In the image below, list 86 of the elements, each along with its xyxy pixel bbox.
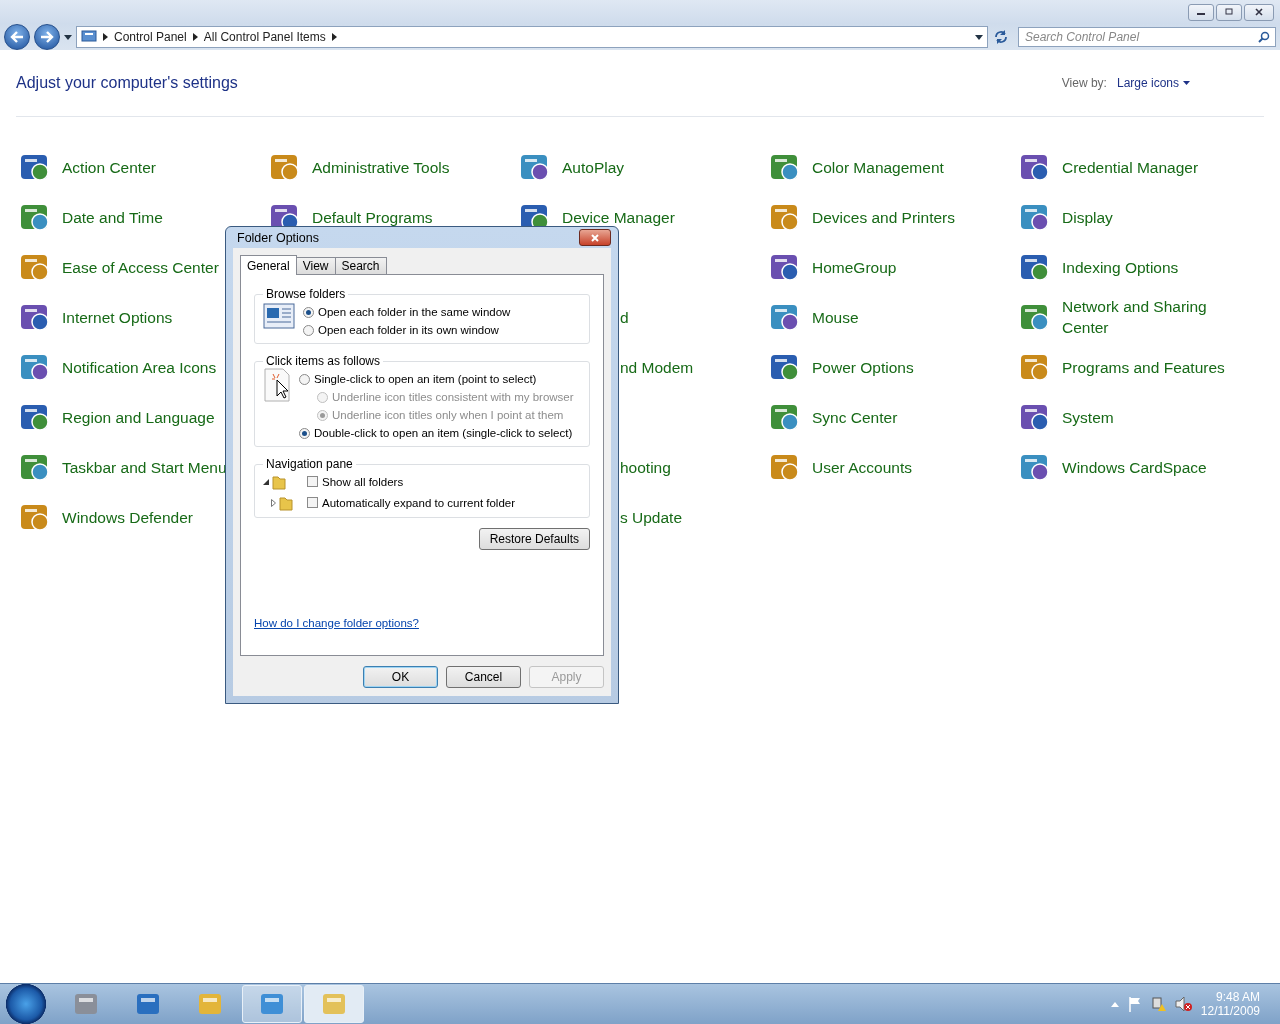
search-icon[interactable] [1258, 31, 1270, 43]
tab[interactable]: View [295, 257, 336, 275]
option-label: Open each folder in its own window [318, 324, 499, 336]
dialog-button[interactable]: Cancel [446, 666, 521, 688]
option-label: Show all folders [322, 475, 404, 488]
tab[interactable]: General [240, 255, 297, 275]
chevron-icon [331, 33, 337, 41]
option-label: Double-click to open an item (single-click to select) [314, 427, 573, 439]
applet-link[interactable]: Administrative Tools [312, 156, 497, 178]
applet-link[interactable]: System [1062, 406, 1247, 428]
expand-icon[interactable] [271, 498, 276, 507]
applet-link[interactable]: Power Options [812, 356, 997, 378]
applet-link[interactable]: Windows CardSpace [1062, 456, 1247, 478]
dialog-title: Folder Options [237, 230, 319, 245]
applet-link[interactable]: Action Center [62, 156, 247, 178]
restore-icon [1224, 8, 1234, 16]
group-title: Navigation pane [265, 457, 354, 471]
dropdown-icon[interactable] [64, 34, 72, 40]
applet-link[interactable]: hooting [620, 456, 768, 478]
applet-link[interactable]: AutoPlay [562, 156, 747, 178]
chevron-icon [192, 33, 198, 41]
group-title: Browse folders [265, 287, 347, 301]
speaker-muted-icon[interactable] [1174, 996, 1193, 1012]
applet-link[interactable]: Sync Center [812, 406, 997, 428]
refresh-icon[interactable] [992, 28, 1010, 46]
applet-link[interactable]: Credential Manager [1062, 156, 1247, 178]
back-arrow-icon [10, 31, 24, 43]
close-icon [590, 233, 600, 242]
radio-button[interactable] [303, 306, 314, 318]
page-title: Adjust your computer's settings [16, 74, 238, 92]
view-by-label: View by: [1061, 76, 1107, 90]
dropdown-icon[interactable] [975, 34, 983, 40]
radio-button[interactable] [299, 427, 310, 439]
option-label: Open each folder in the same window [318, 306, 511, 318]
checkbox[interactable] [307, 497, 318, 508]
applet-link[interactable]: Display [1062, 206, 1247, 228]
network-warning-icon[interactable] [1150, 996, 1167, 1012]
applet-link[interactable]: Devices and Printers [812, 206, 997, 228]
control-panel-icon [81, 30, 97, 44]
start-button[interactable] [6, 984, 46, 1024]
breadcrumb[interactable]: Control Panel [114, 30, 187, 44]
applet-link[interactable]: Network and Sharing Center [1062, 296, 1247, 338]
pointer-icon [263, 368, 291, 402]
option-label: Underline icon titles consistent with my browser [332, 391, 574, 403]
applet-link[interactable]: s Update [620, 506, 768, 528]
tab[interactable]: Search [334, 257, 387, 275]
option-label: Underline icon titles only when I point at them [332, 409, 564, 421]
collapse-icon[interactable] [263, 478, 269, 485]
minimize-button[interactable] [1188, 3, 1214, 21]
forward-button[interactable] [34, 24, 60, 50]
applet-link[interactable]: Color Management [812, 156, 997, 178]
help-link[interactable]: How do I change folder options? [254, 617, 419, 629]
option-label: Single-click to open an item (point to select) [314, 373, 537, 385]
forward-arrow-icon [40, 31, 54, 43]
back-button[interactable] [4, 24, 30, 50]
address-bar[interactable]: Control Panel All Control Panel Items [76, 26, 988, 48]
applet-link[interactable]: User Accounts [812, 456, 997, 478]
folder-icon [279, 494, 293, 511]
applet-link[interactable]: Default Programs [312, 206, 497, 228]
chevron-icon [103, 33, 108, 41]
flag-icon[interactable] [1126, 996, 1143, 1012]
checkbox[interactable] [307, 476, 318, 487]
taskbar-button[interactable] [242, 985, 302, 1023]
dialog-button[interactable]: OK [363, 666, 438, 688]
option-label: Automatically expand to current folder [322, 496, 516, 509]
applet-link[interactable]: Mouse [812, 306, 997, 328]
close-icon [1254, 8, 1264, 16]
restore-defaults-button[interactable]: Restore Defaults [478, 528, 590, 550]
radio-button[interactable] [299, 373, 310, 385]
close-button[interactable] [579, 229, 611, 246]
group-title: Click items as follows [265, 354, 382, 368]
applet-link[interactable]: Programs and Features [1062, 356, 1247, 378]
search-field[interactable]: Search Control Panel [1018, 27, 1276, 47]
applet-link[interactable]: nd Modem [620, 356, 768, 378]
applet-link[interactable]: Date and Time [62, 206, 247, 228]
applet-link[interactable]: d [620, 306, 768, 328]
window-icon [263, 303, 295, 329]
breadcrumb[interactable]: All Control Panel Items [203, 30, 326, 44]
close-button[interactable] [1244, 3, 1274, 21]
radio-button[interactable] [303, 324, 314, 336]
applet-link[interactable]: Indexing Options [1062, 256, 1247, 278]
applet-link[interactable]: Device Manager [562, 206, 747, 228]
folder-icon [272, 473, 286, 490]
view-by-link[interactable]: Large icons [1116, 76, 1190, 90]
applet-link[interactable]: HomeGroup [812, 256, 997, 278]
caret-icon [1183, 81, 1190, 85]
